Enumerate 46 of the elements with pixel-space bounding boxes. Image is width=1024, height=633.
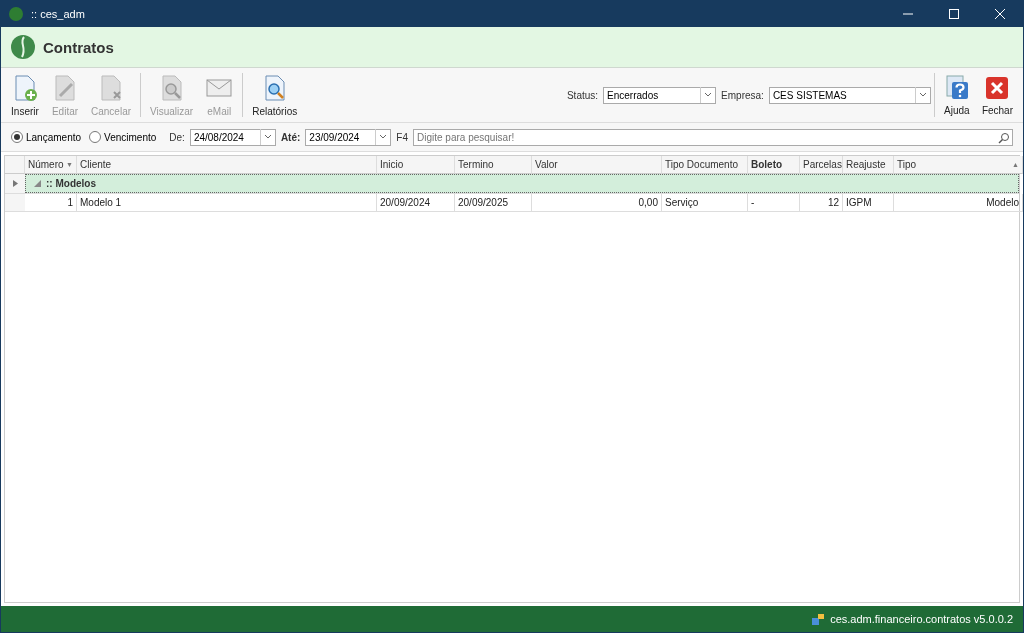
column-header[interactable]: Cliente (80, 159, 112, 170)
radio-option[interactable]: Vencimento (89, 131, 157, 143)
table-cell: Serviço (662, 194, 748, 212)
radio-option[interactable]: Lançamento (11, 131, 82, 143)
toolbar-button[interactable]: Inserir (5, 71, 45, 119)
table-cell: 0,00 (532, 194, 662, 212)
toolbar-button[interactable]: Relatórios (246, 71, 304, 119)
close-icon (984, 74, 1011, 101)
close-window-button[interactable]: Fechar (975, 72, 1019, 118)
column-header[interactable]: Tipo (897, 159, 917, 170)
version-text: ces.adm.financeiro.contratos v5.0.0.2 (830, 613, 1013, 625)
company-label: Empresa: (721, 89, 764, 101)
status-label: Status: (566, 89, 599, 101)
page-title: Contratos (43, 38, 114, 56)
group-label: :: Modelos (46, 178, 96, 189)
table-cell: 20/09/2024 (377, 194, 455, 212)
package-icon (811, 612, 826, 626)
table-cell: 1 (25, 194, 77, 212)
table-cell: 12 (800, 194, 843, 212)
column-header[interactable]: Valor (535, 159, 558, 170)
leaf-logo-icon (9, 7, 23, 21)
column-header[interactable]: Inicio (380, 159, 404, 170)
search-icon (998, 131, 1010, 144)
help-icon (943, 74, 970, 101)
table-cell: 20/09/2025 (455, 194, 532, 212)
table-cell: Modelo (894, 194, 1023, 212)
from-date-field[interactable]: 24/08/2024 (189, 128, 276, 146)
shortcut-label: F4 (396, 131, 408, 143)
window-title: :: ces_adm (31, 8, 85, 20)
collapse-triangle-icon (34, 180, 41, 187)
row-pointer-icon (12, 180, 18, 187)
close-icon (995, 9, 1005, 19)
table-cell: Modelo 1 (77, 194, 377, 212)
help-button[interactable]: Ajuda (937, 72, 976, 118)
table-cell: IGPM (843, 194, 894, 212)
to-label: Até: (280, 131, 301, 143)
to-date-field[interactable]: 23/09/2024 (305, 128, 392, 146)
leaf-logo-icon (11, 35, 35, 59)
maximize-icon (949, 9, 959, 19)
from-label: De: (169, 131, 185, 143)
search-field[interactable]: Digite para pesquisar! (413, 128, 1013, 146)
column-header[interactable]: Número (28, 159, 64, 170)
table-cell: - (748, 194, 800, 212)
group-row[interactable]: :: Modelos (25, 174, 1019, 193)
company-dropdown[interactable]: CES SISTEMAS (768, 86, 931, 104)
status-dropdown[interactable]: Encerrados (603, 86, 717, 104)
